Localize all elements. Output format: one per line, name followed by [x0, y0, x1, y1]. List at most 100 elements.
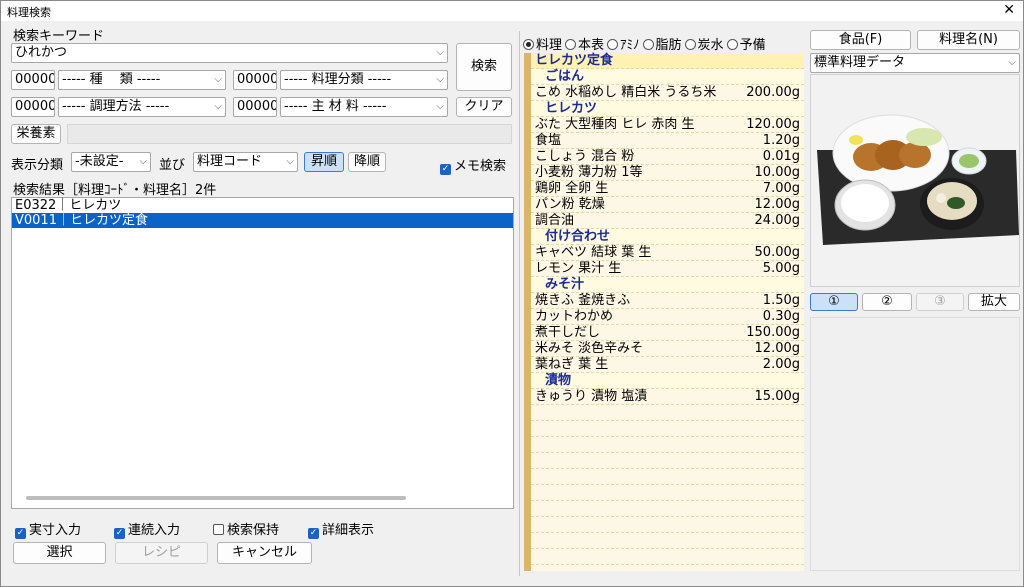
ingredient-row[interactable]: 葉ねぎ 葉 生 2.00g — [531, 357, 804, 373]
ingredient-row[interactable]: こめ 水稲めし 精白米 うるち米 200.00g — [531, 85, 804, 101]
image-3-button[interactable]: ③ — [916, 293, 964, 311]
ingredient-row[interactable]: 食塩 1.20g — [531, 133, 804, 149]
ingredient-row[interactable]: 鶏卵 全卵 生 7.00g — [531, 181, 804, 197]
type-combo[interactable]: ----- 種 類 ----- ⌵ — [58, 70, 226, 90]
ingredient-amount: 0.01g — [762, 149, 800, 164]
nutrient-button[interactable]: 栄養素 — [11, 124, 61, 144]
ingredient-row[interactable]: 調合油 24.00g — [531, 213, 804, 229]
ingredient-row[interactable]: パン粉 乾燥 12.00g — [531, 197, 804, 213]
image-2-button[interactable]: ② — [862, 293, 912, 311]
sort-combo[interactable]: 料理コード ⌵ — [193, 152, 298, 172]
ingredient-row[interactable]: 煮干しだし 150.00g — [531, 325, 804, 341]
dish-detail-list[interactable]: ヒレカツ定食 ごはん こめ 水稲めし 精白米 うるち米 200.00g ヒレカツ ぶた 大… — [524, 53, 804, 571]
ingredient-amount: 150.00g — [746, 325, 800, 340]
memo-area[interactable] — [810, 317, 1020, 571]
empty-row — [531, 501, 804, 517]
option-label: 検索保持 — [227, 523, 280, 538]
chevron-down-icon: ⌵ — [286, 156, 294, 167]
ingredient-name: ごはん — [545, 69, 585, 84]
ingredient-amount: 200.00g — [746, 85, 800, 100]
zoom-button[interactable]: 拡大 — [968, 293, 1020, 311]
ingredient-amount: 12.00g — [754, 197, 800, 212]
dish-header-row[interactable]: 付け合わせ — [531, 229, 804, 245]
horizontal-scrollbar[interactable] — [26, 496, 406, 500]
option-checkbox-2[interactable]: ✓ 連続入力 — [114, 519, 180, 539]
list-item[interactable]: E0322｜ヒレカツ — [12, 198, 513, 213]
image-1-button[interactable]: ① — [810, 293, 858, 311]
tab-radio-1[interactable]: 料理 — [523, 38, 562, 53]
detail-tabs: 料理 本表 ｱﾐﾉ 脂肪 炭水 予備 — [523, 34, 769, 53]
ingredient-name: 葉ねぎ 葉 生 — [535, 357, 609, 372]
tab-label: 脂肪 — [655, 38, 682, 53]
tab-radio-5[interactable]: 炭水 — [684, 38, 724, 53]
option-label: 詳細表示 — [322, 523, 375, 538]
search-button[interactable]: 検索 — [456, 43, 512, 91]
memo-search-checkbox[interactable]: ✓ メモ検索 — [440, 155, 506, 175]
type-code-input[interactable]: 00000 — [11, 70, 55, 90]
ingredient-name: こしょう 混合 粉 — [535, 149, 635, 164]
radio-icon — [565, 39, 577, 50]
ingredient-row[interactable]: こしょう 混合 粉 0.01g — [531, 149, 804, 165]
keyword-value: ひれかつ — [15, 45, 68, 60]
empty-row — [531, 437, 804, 453]
dish-header-row[interactable]: みそ汁 — [531, 277, 804, 293]
option-checkbox-4[interactable]: ✓ 詳細表示 — [308, 519, 374, 539]
ingredient-combo-value: ----- 主 材 料 ----- — [284, 99, 387, 114]
category-code-input[interactable]: 00000 — [233, 70, 277, 90]
list-item[interactable]: V0011｜ヒレカツ定食 — [12, 213, 513, 228]
empty-row — [531, 549, 804, 565]
ingredient-row[interactable]: ぶた 大型種肉 ヒレ 赤肉 生 120.00g — [531, 117, 804, 133]
ingredient-row[interactable]: きゅうり 漬物 塩漬 15.00g — [531, 389, 804, 405]
option-checkbox-3[interactable]: 検索保持 — [213, 519, 279, 538]
results-header: 検索結果［料理ｺｰﾄﾞ・料理名］2件 — [13, 183, 217, 198]
tab-radio-3[interactable]: ｱﾐﾉ — [607, 38, 640, 53]
radio-icon — [684, 39, 696, 50]
category-combo[interactable]: ----- 料理分類 ----- ⌵ — [280, 70, 448, 90]
method-code-input[interactable]: 00000 — [11, 97, 55, 117]
ingredient-row[interactable]: 小麦粉 薄力粉 1等 10.00g — [531, 165, 804, 181]
food-button[interactable]: 食品(F) — [810, 30, 911, 50]
checkbox-checked-icon: ✓ — [440, 164, 451, 175]
ingredient-row[interactable]: 米みそ 淡色辛みそ 12.00g — [531, 341, 804, 357]
dishname-button[interactable]: 料理名(N) — [917, 30, 1020, 50]
ingredient-row[interactable]: キャベツ 結球 葉 生 50.00g — [531, 245, 804, 261]
cancel-button[interactable]: キャンセル — [217, 542, 312, 564]
keyword-combo[interactable]: ひれかつ ⌵ — [11, 43, 448, 63]
select-button[interactable]: 選択 — [13, 542, 106, 564]
dish-header-row[interactable]: 漬物 — [531, 373, 804, 389]
ingredient-amount: 1.50g — [762, 293, 800, 308]
nutrient-condition-field[interactable] — [67, 124, 512, 144]
ingredient-combo[interactable]: ----- 主 材 料 ----- ⌵ — [280, 97, 448, 117]
asc-button[interactable]: 昇順 — [304, 152, 344, 172]
ingredient-row[interactable]: 焼きふ 釜焼きふ 1.50g — [531, 293, 804, 309]
dish-header-row[interactable]: ヒレカツ — [531, 101, 804, 117]
data-source-combo[interactable]: 標準料理データ ⌵ — [810, 53, 1020, 73]
results-list[interactable]: E0322｜ヒレカツ V0011｜ヒレカツ定食 — [11, 197, 514, 509]
method-combo[interactable]: ----- 調理方法 ----- ⌵ — [58, 97, 226, 117]
ingredient-name: きゅうり 漬物 塩漬 — [535, 389, 648, 404]
clear-button[interactable]: クリア — [456, 97, 512, 117]
ingredient-code-input[interactable]: 00000 — [233, 97, 277, 117]
option-checkbox-1[interactable]: ✓ 実寸入力 — [15, 519, 81, 539]
ingredient-row[interactable]: レモン 果汁 生 5.00g — [531, 261, 804, 277]
chevron-down-icon: ⌵ — [436, 47, 444, 58]
ingredient-name: レモン 果汁 生 — [535, 261, 622, 276]
ingredient-name: 鶏卵 全卵 生 — [535, 181, 609, 196]
option-label: 実寸入力 — [29, 523, 82, 538]
tab-radio-4[interactable]: 脂肪 — [642, 38, 682, 53]
keyword-label: 検索キーワード — [13, 29, 105, 44]
tab-radio-2[interactable]: 本表 — [565, 38, 604, 53]
ingredient-name: 煮干しだし — [535, 325, 601, 340]
dish-header-row[interactable]: ヒレカツ定食 — [531, 53, 804, 69]
category-display-combo[interactable]: -未設定- ⌵ — [71, 152, 151, 172]
ingredient-amount: 50.00g — [754, 245, 800, 260]
ingredient-name: ヒレカツ定食 — [535, 53, 614, 68]
close-icon[interactable]: ✕ — [1003, 2, 1015, 18]
ingredient-name: こめ 水稲めし 精白米 うるち米 — [535, 85, 717, 100]
recipe-button[interactable]: レシピ — [115, 542, 208, 564]
desc-button[interactable]: 降順 — [348, 152, 386, 172]
ingredient-row[interactable]: カットわかめ 0.30g — [531, 309, 804, 325]
dish-header-row[interactable]: ごはん — [531, 69, 804, 85]
chevron-down-icon: ⌵ — [436, 101, 444, 112]
tab-radio-6[interactable]: 予備 — [726, 38, 766, 53]
